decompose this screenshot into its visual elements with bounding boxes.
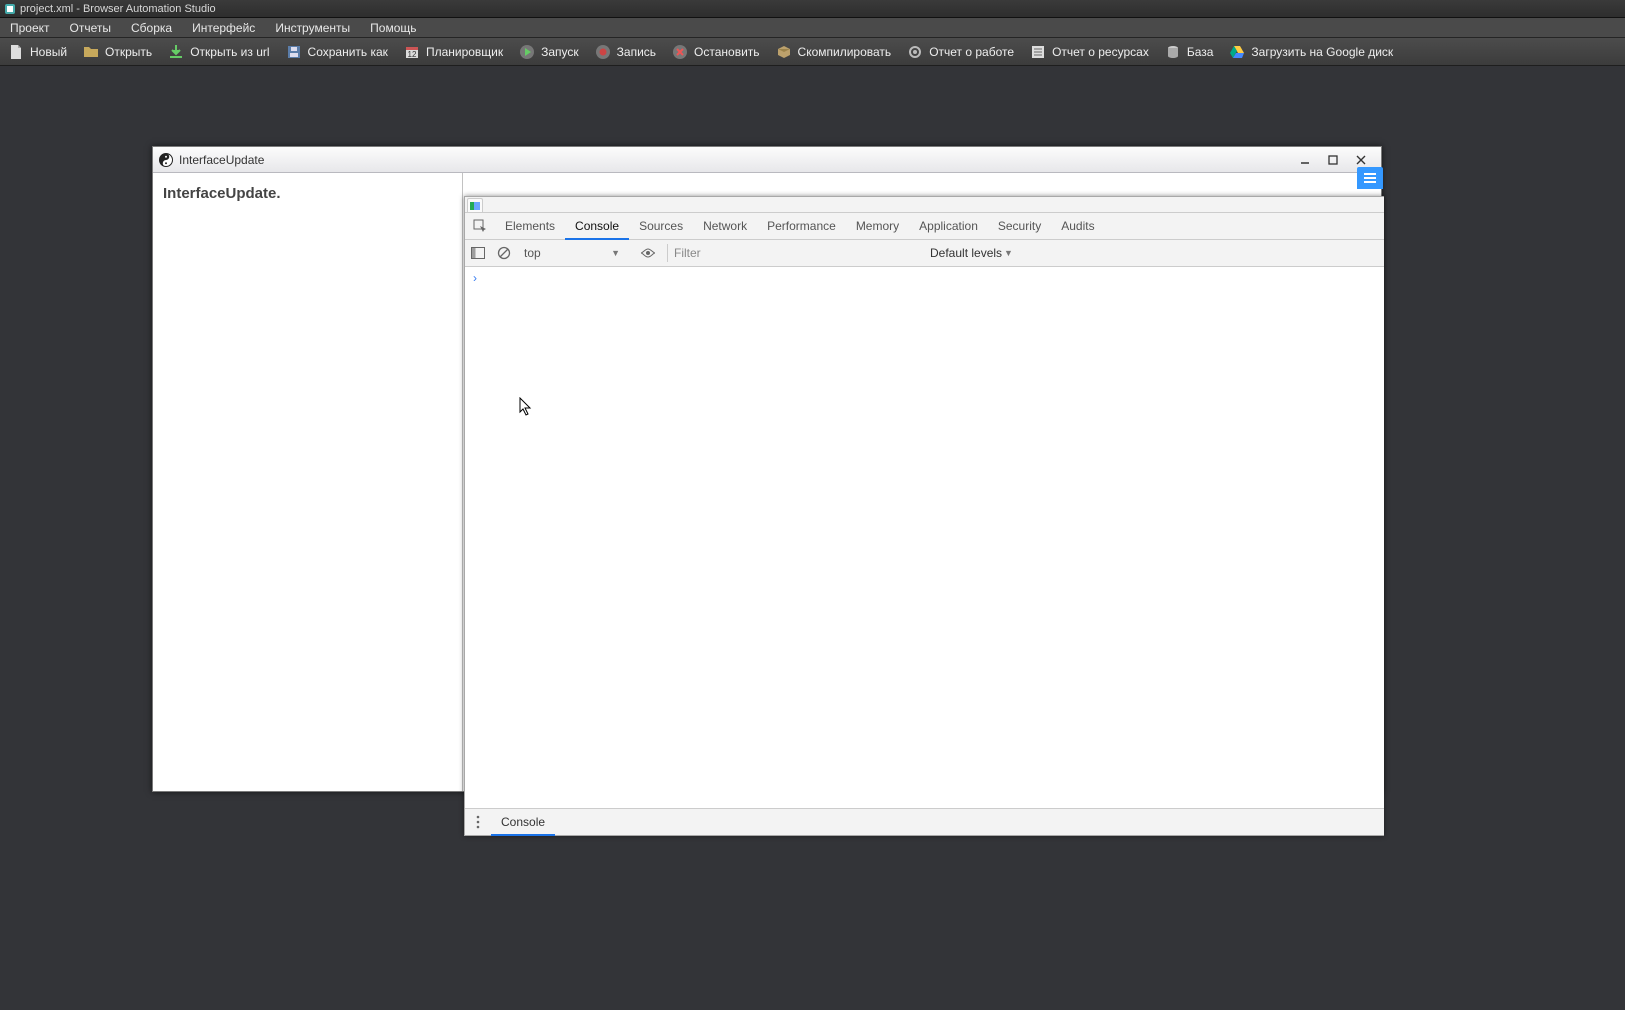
menu-project[interactable]: Проект <box>0 18 60 37</box>
tb-open-url[interactable]: Открыть из url <box>160 38 277 65</box>
tb-record[interactable]: Запись <box>587 38 664 65</box>
menu-help[interactable]: Помощь <box>360 18 426 37</box>
tab-network[interactable]: Network <box>693 213 757 239</box>
tb-work-report[interactable]: Отчет о работе <box>899 38 1022 65</box>
tb-stop[interactable]: Остановить <box>664 38 768 65</box>
download-icon <box>168 44 184 60</box>
list-icon <box>1030 44 1046 60</box>
devtools-dock-tab[interactable] <box>467 198 483 212</box>
menubar: Проект Отчеты Сборка Интерфейс Инструмен… <box>0 18 1625 38</box>
tb-open[interactable]: Открыть <box>75 38 160 65</box>
drawer-menu-icon[interactable] <box>465 809 491 835</box>
tb-save-as[interactable]: Сохранить как <box>278 38 396 65</box>
inner-window-title: InterfaceUpdate <box>179 153 264 167</box>
tb-gdrive[interactable]: Загрузить на Google диск <box>1221 38 1401 65</box>
tab-console[interactable]: Console <box>565 214 629 240</box>
tb-database[interactable]: База <box>1157 38 1222 65</box>
menu-interface[interactable]: Интерфейс <box>182 18 265 37</box>
tb-scheduler[interactable]: 12 Планировщик <box>396 38 511 65</box>
menu-build[interactable]: Сборка <box>121 18 182 37</box>
inspect-icon[interactable] <box>465 213 495 239</box>
gear-icon <box>907 44 923 60</box>
minimize-button[interactable] <box>1291 150 1319 170</box>
context-selector-value: top <box>524 246 541 260</box>
tb-compile[interactable]: Скомпилировать <box>768 38 900 65</box>
gdrive-icon <box>1229 44 1245 60</box>
tab-security[interactable]: Security <box>988 213 1051 239</box>
live-expression-icon[interactable] <box>635 240 661 266</box>
stop-icon <box>672 44 688 60</box>
console-prompt: › <box>473 271 477 285</box>
tab-memory[interactable]: Memory <box>846 213 909 239</box>
inner-titlebar[interactable]: InterfaceUpdate <box>153 147 1381 173</box>
interface-update-heading: InterfaceUpdate. <box>153 173 462 208</box>
console-sidebar-toggle-icon[interactable] <box>465 240 491 266</box>
database-icon <box>1165 44 1181 60</box>
left-panel-content <box>153 208 462 791</box>
calendar-icon: 12 <box>404 44 420 60</box>
left-panel: InterfaceUpdate. <box>153 173 463 791</box>
menu-reports[interactable]: Отчеты <box>60 18 121 37</box>
devtools-tabs: Elements Console Sources Network Perform… <box>465 213 1384 240</box>
file-icon <box>8 44 24 60</box>
chevron-down-icon: ▼ <box>1004 248 1013 258</box>
play-icon <box>519 44 535 60</box>
app-icon <box>4 3 16 15</box>
console-body[interactable]: › <box>465 267 1384 808</box>
folder-icon <box>83 44 99 60</box>
app-titlebar: project.xml - Browser Automation Studio <box>0 0 1625 18</box>
tb-res-report[interactable]: Отчет о ресурсах <box>1022 38 1157 65</box>
tab-performance[interactable]: Performance <box>757 213 846 239</box>
hamburger-button[interactable] <box>1357 167 1383 189</box>
toolbar: Новый Открыть Открыть из url Сохранить к… <box>0 38 1625 66</box>
workspace: InterfaceUpdate InterfaceUpdate. <box>0 66 1625 1010</box>
tb-new[interactable]: Новый <box>0 38 75 65</box>
devtools-window: Elements Console Sources Network Perform… <box>464 196 1384 836</box>
record-icon <box>595 44 611 60</box>
chevron-down-icon: ▼ <box>611 248 620 258</box>
devtools-drawer: Console <box>465 808 1384 835</box>
svg-text:12: 12 <box>407 50 416 59</box>
tab-audits[interactable]: Audits <box>1051 213 1104 239</box>
log-levels-selector[interactable]: Default levels ▼ <box>930 246 1013 260</box>
menu-tools[interactable]: Инструменты <box>265 18 360 37</box>
app-title: project.xml - Browser Automation Studio <box>20 3 216 15</box>
tab-sources[interactable]: Sources <box>629 213 693 239</box>
tb-run[interactable]: Запуск <box>511 38 587 65</box>
console-toolbar: top ▼ Default levels ▼ <box>465 240 1384 267</box>
yinyang-icon <box>159 153 173 167</box>
drawer-tab-console[interactable]: Console <box>491 810 555 836</box>
save-icon <box>286 44 302 60</box>
devtools-window-tabstrip <box>465 197 1384 213</box>
separator <box>667 244 668 262</box>
context-selector[interactable]: top ▼ <box>517 243 627 263</box>
tab-elements[interactable]: Elements <box>495 213 565 239</box>
package-icon <box>776 44 792 60</box>
filter-input[interactable] <box>674 246 924 260</box>
clear-console-icon[interactable] <box>491 240 517 266</box>
tab-application[interactable]: Application <box>909 213 988 239</box>
maximize-button[interactable] <box>1319 150 1347 170</box>
